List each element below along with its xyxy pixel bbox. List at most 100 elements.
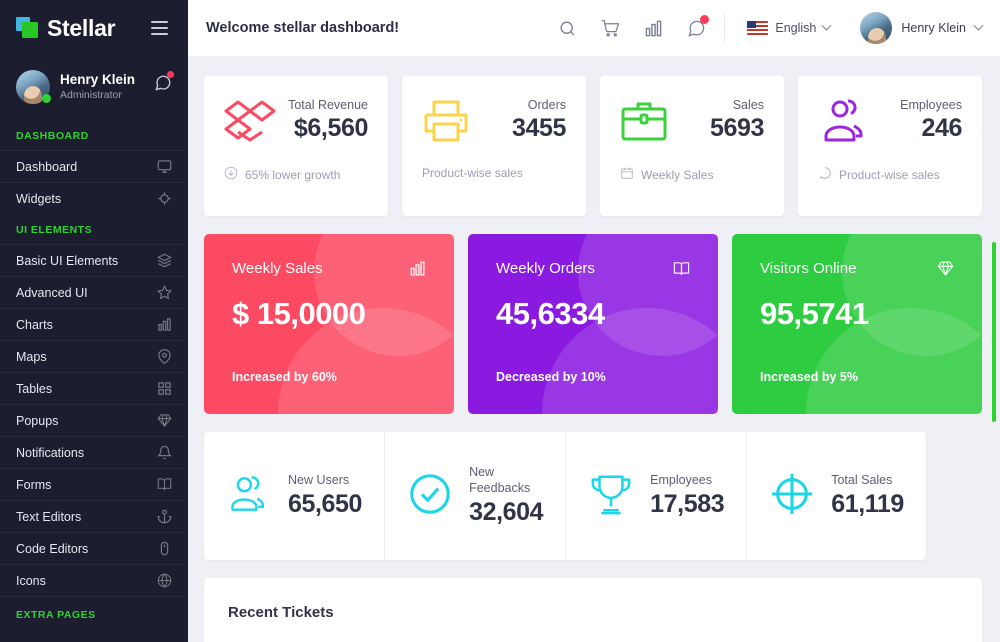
teal-card-label: New Users	[288, 473, 350, 488]
header-icons	[558, 14, 710, 38]
teal-card-new-feedbacks[interactable]: New Feedbacks 32,604	[385, 432, 567, 560]
color-card-value: 95,5741	[760, 296, 869, 331]
teal-card-value: 61,119	[831, 489, 904, 518]
stat-value: $6,560	[293, 114, 368, 142]
sidebar-item-forms[interactable]: Forms	[0, 468, 188, 500]
crosshair-icon	[157, 191, 172, 206]
color-card-footer: Increased by 5%	[760, 370, 858, 384]
sidebar-item-code-editors[interactable]: Code Editors	[0, 532, 188, 564]
chat-bubble-icon[interactable]	[154, 71, 174, 92]
avatar	[860, 12, 893, 44]
mouse-icon	[157, 541, 172, 556]
stat-card-total-revenue[interactable]: Total Revenue $6,560 65% lower growth	[204, 76, 388, 216]
avatar	[16, 70, 51, 104]
dashboard-content: Total Revenue $6,560 65% lower growth Or…	[188, 56, 1000, 642]
sidebar-item-label: Dashboard	[16, 159, 78, 174]
message-badge	[700, 14, 710, 24]
sidebar-item-charts[interactable]: Charts	[0, 308, 188, 340]
sidebar-item-label: Notifications	[16, 445, 85, 460]
anchor-icon	[157, 509, 172, 524]
teal-card-label: Employees	[650, 473, 712, 488]
stat-card-sales[interactable]: Sales 5693 Weekly Sales	[600, 76, 784, 216]
teal-card-new-users[interactable]: New Users 65,650	[204, 432, 386, 560]
teal-cards-row: New Users 65,650 New Feedbacks 32,604 Em…	[204, 432, 982, 560]
stat-label: Sales	[732, 98, 764, 112]
monitor-icon	[157, 159, 172, 174]
sidebar-item-notifications[interactable]: Notifications	[0, 436, 188, 468]
hamburger-icon[interactable]	[147, 17, 172, 39]
sidebar-item-label: Tables	[16, 381, 53, 396]
page-scrollbar[interactable]	[992, 56, 998, 642]
message-icon[interactable]	[687, 14, 710, 38]
chevron-down-icon	[821, 20, 832, 31]
sidebar-item-widgets[interactable]: Widgets	[0, 182, 188, 214]
sidebar-item-icons[interactable]: Icons	[0, 564, 188, 596]
search-icon[interactable]	[558, 19, 577, 38]
recent-tickets-title: Recent Tickets	[228, 604, 334, 621]
decorative-bubble	[314, 234, 454, 356]
profile-name: Henry Klein	[60, 72, 136, 88]
stat-card-orders[interactable]: Orders 3455 Product-wise sales	[402, 76, 586, 216]
stat-footer-text: Product-wise sales	[422, 166, 523, 181]
sidebar-profile[interactable]: Henry Klein Administrator	[0, 56, 188, 120]
sidebar-item-advanced-ui[interactable]: Advanced UI	[0, 276, 188, 308]
stat-card-employees[interactable]: Employees 246 Product-wise sales	[798, 76, 982, 216]
sidebar-item-popups[interactable]: Popups	[0, 404, 188, 436]
sidebar-item-maps[interactable]: Maps	[0, 340, 188, 372]
teal-card-label: Total Sales	[831, 473, 893, 488]
color-card-weekly-orders[interactable]: Weekly Orders 45,6334 Decreased by 10%	[468, 234, 718, 414]
us-flag-icon	[747, 21, 769, 35]
sidebar-item-label: Code Editors	[16, 541, 89, 556]
scrollbar-thumb[interactable]	[992, 242, 996, 422]
color-card-value: 45,6334	[496, 296, 605, 331]
grid-icon	[157, 381, 172, 396]
color-card-weekly-sales[interactable]: Weekly Sales $ 15,0000 Increased by 60%	[204, 234, 454, 414]
brand-name: Stellar	[47, 14, 116, 41]
stellar-logo-icon	[16, 17, 40, 39]
stat-value: 3455	[511, 114, 566, 142]
stat-footer-text: Weekly Sales	[641, 167, 714, 182]
page-title: Welcome stellar dashboard!	[206, 20, 400, 36]
book-open-icon	[673, 260, 690, 282]
cart-icon[interactable]	[601, 19, 620, 38]
user-name-label: Henry Klein	[901, 21, 966, 35]
sidebar-item-text-editors[interactable]: Text Editors	[0, 500, 188, 532]
users-icon	[226, 472, 272, 521]
sidebar-item-label: Icons	[16, 573, 46, 588]
teal-card-employees[interactable]: Employees 17,583	[566, 432, 748, 560]
sidebar-item-label: Maps	[16, 349, 47, 364]
sidebar: Stellar Henry Klein Administrator DASHBO…	[0, 0, 188, 642]
language-selector[interactable]: English	[747, 20, 832, 35]
color-card-title: Weekly Orders	[496, 260, 595, 277]
teal-card-label: New	[469, 465, 495, 480]
color-card-footer: Decreased by 10%	[496, 370, 606, 384]
color-card-visitors-online[interactable]: Visitors Online 95,5741 Increased by 5%	[732, 234, 982, 414]
teal-card-value: 65,650	[288, 489, 363, 518]
color-card-footer: Increased by 60%	[232, 370, 337, 384]
chevron-down-icon	[973, 20, 984, 31]
bar-chart-icon	[409, 260, 426, 282]
globe-icon	[157, 573, 172, 588]
color-cards-row: Weekly Sales $ 15,0000 Increased by 60% …	[204, 234, 982, 414]
stat-footer-text: 65% lower growth	[245, 167, 341, 182]
notification-badge	[167, 71, 174, 78]
layers-icon	[157, 253, 172, 268]
sidebar-item-tables[interactable]: Tables	[0, 372, 188, 404]
color-card-title: Weekly Sales	[232, 260, 323, 277]
sidebar-item-label: Widgets	[16, 191, 62, 206]
sidebar-category-dashboard: DASHBOARD	[16, 130, 89, 142]
target-icon	[769, 471, 815, 522]
stat-footer-text: Product-wise sales	[839, 167, 940, 182]
bar-chart-icon[interactable]	[644, 19, 663, 38]
arrow-down-circle-icon	[224, 166, 238, 183]
teal-card-value: 17,583	[650, 489, 725, 518]
brand[interactable]: Stellar	[16, 14, 116, 42]
teal-card-total-sales[interactable]: Total Sales 61,119	[747, 432, 926, 560]
header-divider	[724, 13, 726, 43]
sidebar-item-basic-ui-elements[interactable]: Basic UI Elements	[0, 244, 188, 276]
sidebar-item-dashboard[interactable]: Dashboard	[0, 150, 188, 182]
main-area: Welcome stellar dashboard! English Henry…	[188, 0, 1000, 642]
stat-label: Total Revenue	[288, 98, 368, 112]
user-menu[interactable]: Henry Klein	[860, 12, 984, 44]
sidebar-item-label: Charts	[16, 317, 53, 332]
